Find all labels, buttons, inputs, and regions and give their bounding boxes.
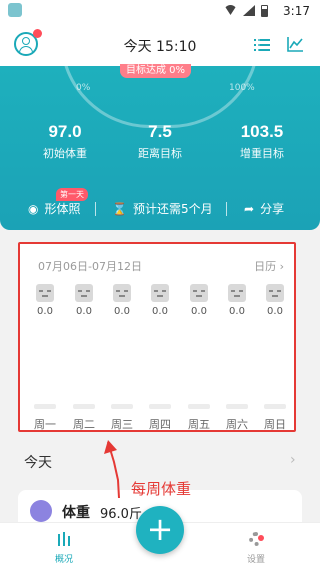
chevron-right-icon[interactable]: ›	[290, 452, 296, 468]
week-date-range: 07月06日-07月12日	[38, 260, 142, 273]
stat-label: 增重目标	[240, 147, 284, 160]
hourglass-icon: ⌛	[112, 201, 127, 216]
notification-dot	[258, 535, 264, 541]
body-photo-label: 形体照	[44, 202, 81, 216]
face-icon	[151, 284, 169, 302]
weekday-label: 周三	[111, 418, 133, 431]
stat-value: 103.5	[240, 122, 284, 141]
stat-value: 97.0	[48, 122, 82, 141]
day-weight-value: 0.0	[114, 306, 130, 317]
weekly-weight-card[interactable]: 07月06日-07月12日 日历 › 0.0 0.0 0.0 0.0 0.0 0…	[18, 242, 296, 432]
stat-value: 7.5	[148, 122, 172, 141]
weight-icon	[30, 500, 52, 522]
stat-initial-weight: 97.0 初始体重	[20, 121, 110, 161]
goal-progress-badge: 目标达成 0%	[120, 64, 192, 78]
tab-settings[interactable]: 设置	[240, 531, 272, 565]
divider	[226, 202, 227, 216]
estimate-label: 预计还需5个月	[132, 202, 213, 216]
stat-label: 初始体重	[43, 147, 87, 160]
day-bar	[264, 404, 286, 409]
divider	[95, 202, 96, 216]
day-weight-value: 0.0	[152, 306, 168, 317]
face-icon	[228, 284, 246, 302]
annotation-label: 每周体重	[131, 480, 192, 498]
face-icon	[75, 284, 93, 302]
day-bar	[149, 404, 171, 409]
face-icon	[113, 284, 131, 302]
stat-distance-to-goal: 7.5 距离目标	[115, 121, 205, 161]
progress-start-label: 0%	[76, 83, 91, 93]
signal-icon	[243, 5, 255, 16]
progress-end-label: 100%	[229, 83, 255, 93]
weekday-label: 周日	[264, 418, 286, 431]
weekday-label: 周四	[149, 418, 171, 431]
app-notification-icon	[8, 3, 22, 17]
trend-chart-icon[interactable]	[287, 36, 304, 52]
weekday-label: 周二	[73, 418, 95, 431]
first-day-badge: 第一天	[56, 188, 88, 201]
stat-gain-target: 103.5 增重目标	[217, 121, 307, 161]
weekday-label: 周一	[34, 418, 56, 431]
share-icon: ➦	[244, 201, 255, 216]
day-weight-value: 0.0	[37, 306, 53, 317]
day-bar	[73, 404, 95, 409]
wifi-icon	[224, 5, 237, 15]
day-bar	[34, 404, 56, 409]
day-weight-value: 0.0	[191, 306, 207, 317]
camera-icon: ◉	[28, 201, 39, 216]
day-bar	[111, 404, 133, 409]
face-icon	[190, 284, 208, 302]
summary-actions: ◉ 形体照 第一天 ⌛ 预计还需5个月 ➦ 分享	[0, 188, 320, 222]
weekday-label: 周六	[226, 418, 248, 431]
day-bar	[226, 404, 248, 409]
day-weight-value: 0.0	[76, 306, 92, 317]
face-icon	[266, 284, 284, 302]
share-button[interactable]: ➦ 分享	[244, 200, 284, 217]
weight-value: 96.0斤	[100, 507, 142, 522]
calendar-link[interactable]: 日历 ›	[254, 258, 284, 274]
face-icon	[36, 284, 54, 302]
chevron-right-icon: ›	[279, 260, 284, 273]
status-time: 3:17	[283, 4, 310, 18]
day-weight-value: 0.0	[267, 306, 283, 317]
today-section-label[interactable]: 今天	[24, 452, 52, 472]
body-photo-button[interactable]: ◉ 形体照	[28, 200, 81, 217]
status-bar: 3:17	[0, 0, 320, 24]
estimate-button[interactable]: ⌛ 预计还需5个月	[112, 200, 213, 217]
stat-label: 距离目标	[138, 147, 182, 160]
calendar-label: 日历	[254, 260, 277, 273]
app-screen: 3:17 今天 15:10 目标达成 0% 0% 100% 97.0 初始体重 …	[0, 0, 320, 569]
battery-icon	[261, 5, 268, 17]
overview-icon	[57, 532, 71, 546]
weight-label: 体重	[62, 505, 90, 521]
status-icons	[224, 5, 268, 17]
annotation-arrow-icon	[104, 440, 120, 499]
tab-settings-label: 设置	[246, 555, 265, 565]
goal-summary-card: 目标达成 0% 0% 100% 97.0 初始体重 7.5 距离目标 103.5…	[0, 38, 320, 230]
day-bar	[188, 404, 210, 409]
weekday-label: 周五	[188, 418, 210, 431]
tab-overview[interactable]: 概况	[48, 531, 80, 565]
add-record-button[interactable]: +	[136, 506, 184, 554]
tab-overview-label: 概况	[54, 555, 73, 565]
day-weight-value: 0.0	[229, 306, 245, 317]
share-label: 分享	[260, 202, 285, 216]
